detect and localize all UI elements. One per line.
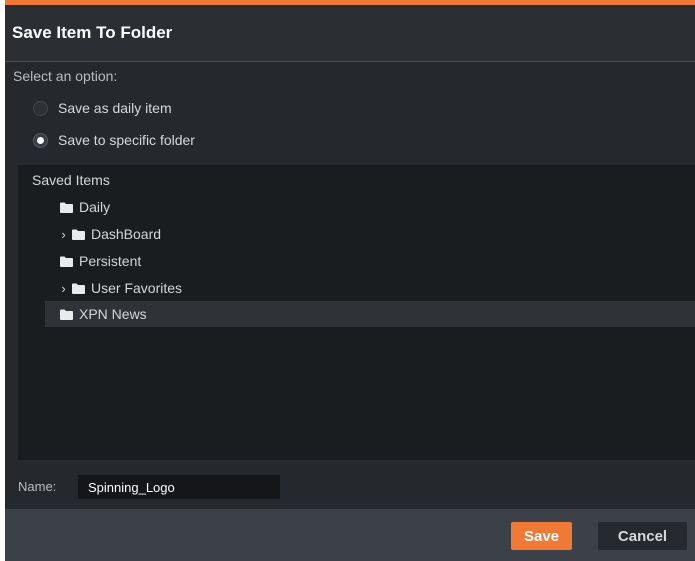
folder-icon xyxy=(72,229,85,240)
name-label: Name: xyxy=(18,479,57,494)
tree-item-user-favorites[interactable]: › User Favorites xyxy=(18,275,695,301)
tree-item-daily[interactable]: Daily xyxy=(18,194,695,220)
dialog-title: Save Item To Folder xyxy=(12,23,173,42)
folder-icon xyxy=(72,283,85,294)
name-row: Name: xyxy=(5,470,695,499)
tree-item-persistent[interactable]: Persistent xyxy=(18,248,695,274)
radio-save-daily[interactable]: Save as daily item xyxy=(33,97,172,119)
radio-label-daily: Save as daily item xyxy=(58,100,172,116)
tree-item-label: XPN News xyxy=(79,306,147,322)
folder-icon xyxy=(60,256,73,267)
save-button[interactable]: Save xyxy=(511,522,572,550)
folder-tree: Saved Items Daily › DashBoard Persistent… xyxy=(18,165,695,460)
save-item-dialog: Save Item To Folder Select an option: Sa… xyxy=(5,0,695,561)
tree-item-label: Persistent xyxy=(79,253,142,269)
tree-item-xpn-news[interactable]: XPN News xyxy=(45,301,695,327)
cancel-button[interactable]: Cancel xyxy=(598,522,687,550)
radio-label-specific: Save to specific folder xyxy=(58,132,195,148)
dialog-footer: Save Cancel xyxy=(5,509,695,561)
tree-item-label: DashBoard xyxy=(91,226,162,242)
chevron-right-icon[interactable]: › xyxy=(58,227,69,242)
option-prompt: Select an option: xyxy=(13,68,118,84)
tree-root-label: Saved Items xyxy=(32,172,110,188)
radio-save-specific-folder[interactable]: Save to specific folder xyxy=(33,129,195,151)
tree-item-label: Daily xyxy=(79,199,111,215)
name-input[interactable] xyxy=(78,475,280,499)
radio-button-checked[interactable] xyxy=(33,132,48,148)
radio-button-unchecked[interactable] xyxy=(33,100,48,116)
folder-icon xyxy=(60,309,73,320)
title-bar: Save Item To Folder xyxy=(5,5,695,62)
tree-item-label: User Favorites xyxy=(91,280,183,296)
tree-item-dashboard[interactable]: › DashBoard xyxy=(18,221,695,247)
chevron-right-icon[interactable]: › xyxy=(58,281,69,296)
folder-icon xyxy=(60,202,73,213)
tree-root[interactable]: Saved Items xyxy=(18,167,695,193)
